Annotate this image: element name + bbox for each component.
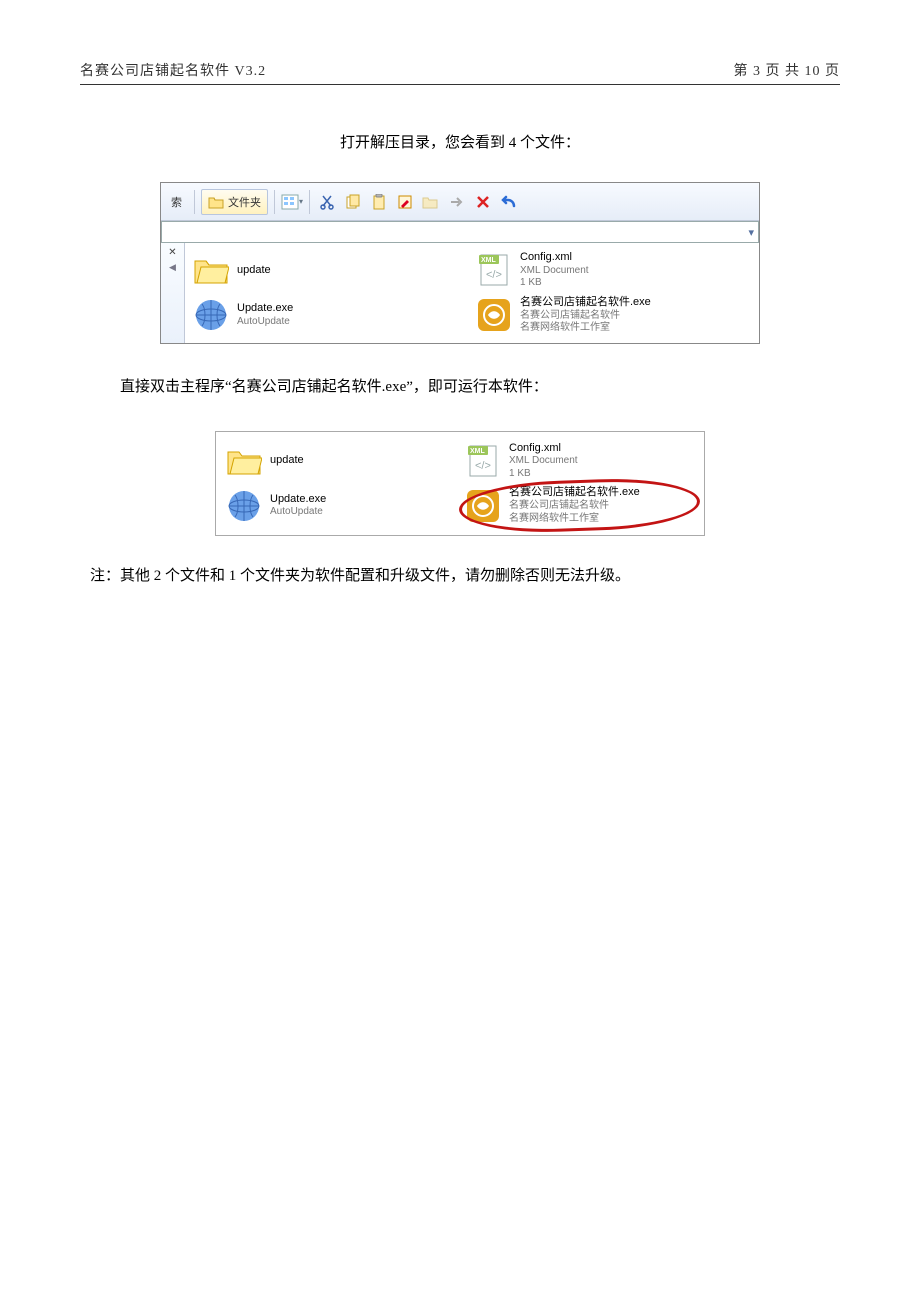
xml-file-icon: XML </> <box>465 443 501 479</box>
file-subtitle-2: 名赛网络软件工作室 <box>520 322 651 335</box>
svg-text:</>: </> <box>486 269 502 281</box>
folder-icon <box>208 195 224 209</box>
folder-icon <box>226 443 262 479</box>
folder-icon <box>193 252 229 288</box>
paste-icon[interactable] <box>368 191 390 213</box>
explorer-body: ✕ ◀ update XML </> Config.xml XML Documen… <box>161 243 759 343</box>
file-item-config-xml[interactable]: XML </> Config.xml XML Document 1 KB <box>476 251 749 290</box>
explorer-window-2: update XML </> Config.xml XML Document 1 … <box>215 431 705 537</box>
file-item-update-exe[interactable]: Update.exe AutoUpdate <box>226 486 455 525</box>
separator <box>194 190 195 214</box>
svg-text:XML: XML <box>470 448 486 455</box>
search-button-fragment[interactable]: 索 <box>165 190 188 214</box>
header-title: 名赛公司店铺起名软件 V3.2 <box>80 60 266 80</box>
file-subtitle: AutoUpdate <box>270 506 326 519</box>
new-folder-icon[interactable] <box>420 191 442 213</box>
cut-icon[interactable] <box>316 191 338 213</box>
close-panel-icon[interactable]: ✕ <box>168 247 176 258</box>
folders-button[interactable]: 文件夹 <box>201 189 268 215</box>
dropdown-icon[interactable]: ▾ <box>748 226 754 239</box>
file-subtitle: XML Document <box>509 455 578 468</box>
file-item-update-folder[interactable]: update <box>193 251 466 290</box>
separator <box>309 190 310 214</box>
body-text-2: 直接双击主程序“名赛公司店铺起名软件.exe”，即可运行本软件： <box>120 374 800 401</box>
file-title: update <box>237 264 271 278</box>
file-item-main-exe-highlighted[interactable]: 名赛公司店铺起名软件.exe 名赛公司店铺起名软件 名赛网络软件工作室 <box>465 486 694 525</box>
file-title: Update.exe <box>270 493 326 507</box>
svg-text:XML: XML <box>481 257 497 264</box>
edit-icon[interactable] <box>394 191 416 213</box>
file-subtitle: 名赛公司店铺起名软件 <box>509 500 640 513</box>
copy-icon[interactable] <box>342 191 364 213</box>
panel-arrow-icon[interactable]: ◀ <box>169 262 176 273</box>
delete-icon[interactable] <box>472 191 494 213</box>
file-item-update-folder[interactable]: update <box>226 442 455 481</box>
file-size: 1 KB <box>509 468 578 481</box>
xml-file-icon: XML </> <box>476 252 512 288</box>
svg-text:</>: </> <box>475 460 491 472</box>
app-icon <box>465 488 501 524</box>
address-bar[interactable]: ▾ <box>161 221 759 243</box>
file-title: update <box>270 454 304 468</box>
file-title: Config.xml <box>509 442 578 456</box>
app-icon <box>476 297 512 333</box>
file-subtitle: 名赛公司店铺起名软件 <box>520 310 651 323</box>
globe-icon <box>226 488 262 524</box>
toolbar: 索 文件夹 ▾ <box>161 183 759 221</box>
side-panel: ✕ ◀ <box>161 243 185 343</box>
file-size: 1 KB <box>520 277 589 290</box>
separator <box>274 190 275 214</box>
intro-text: 打开解压目录，您会看到 4 个文件： <box>80 131 840 152</box>
explorer-window-1: 索 文件夹 ▾ ▾ ✕ ◀ <box>160 182 760 344</box>
file-item-config-xml[interactable]: XML </> Config.xml XML Document 1 KB <box>465 442 694 481</box>
file-subtitle: XML Document <box>520 265 589 278</box>
header-pagenum: 第 3 页 共 10 页 <box>734 60 841 80</box>
file-grid: update XML </> Config.xml XML Document 1 … <box>185 243 759 343</box>
file-subtitle: AutoUpdate <box>237 316 293 329</box>
folders-label: 文件夹 <box>228 194 261 210</box>
file-title: Config.xml <box>520 251 589 265</box>
note-text: 注：其他 2 个文件和 1 个文件夹为软件配置和升级文件，请勿删除否则无法升级。 <box>90 564 830 585</box>
document-page: 名赛公司店铺起名软件 V3.2 第 3 页 共 10 页 打开解压目录，您会看到… <box>0 0 920 645</box>
page-header: 名赛公司店铺起名软件 V3.2 第 3 页 共 10 页 <box>80 60 840 85</box>
file-title: Update.exe <box>237 302 293 316</box>
views-icon[interactable]: ▾ <box>281 191 303 213</box>
globe-icon <box>193 297 229 333</box>
file-subtitle-2: 名赛网络软件工作室 <box>509 513 640 526</box>
forward-icon[interactable] <box>446 191 468 213</box>
file-item-main-exe[interactable]: 名赛公司店铺起名软件.exe 名赛公司店铺起名软件 名赛网络软件工作室 <box>476 296 749 335</box>
undo-icon[interactable] <box>498 191 520 213</box>
file-title: 名赛公司店铺起名软件.exe <box>520 296 651 310</box>
file-item-update-exe[interactable]: Update.exe AutoUpdate <box>193 296 466 335</box>
file-title: 名赛公司店铺起名软件.exe <box>509 486 640 500</box>
